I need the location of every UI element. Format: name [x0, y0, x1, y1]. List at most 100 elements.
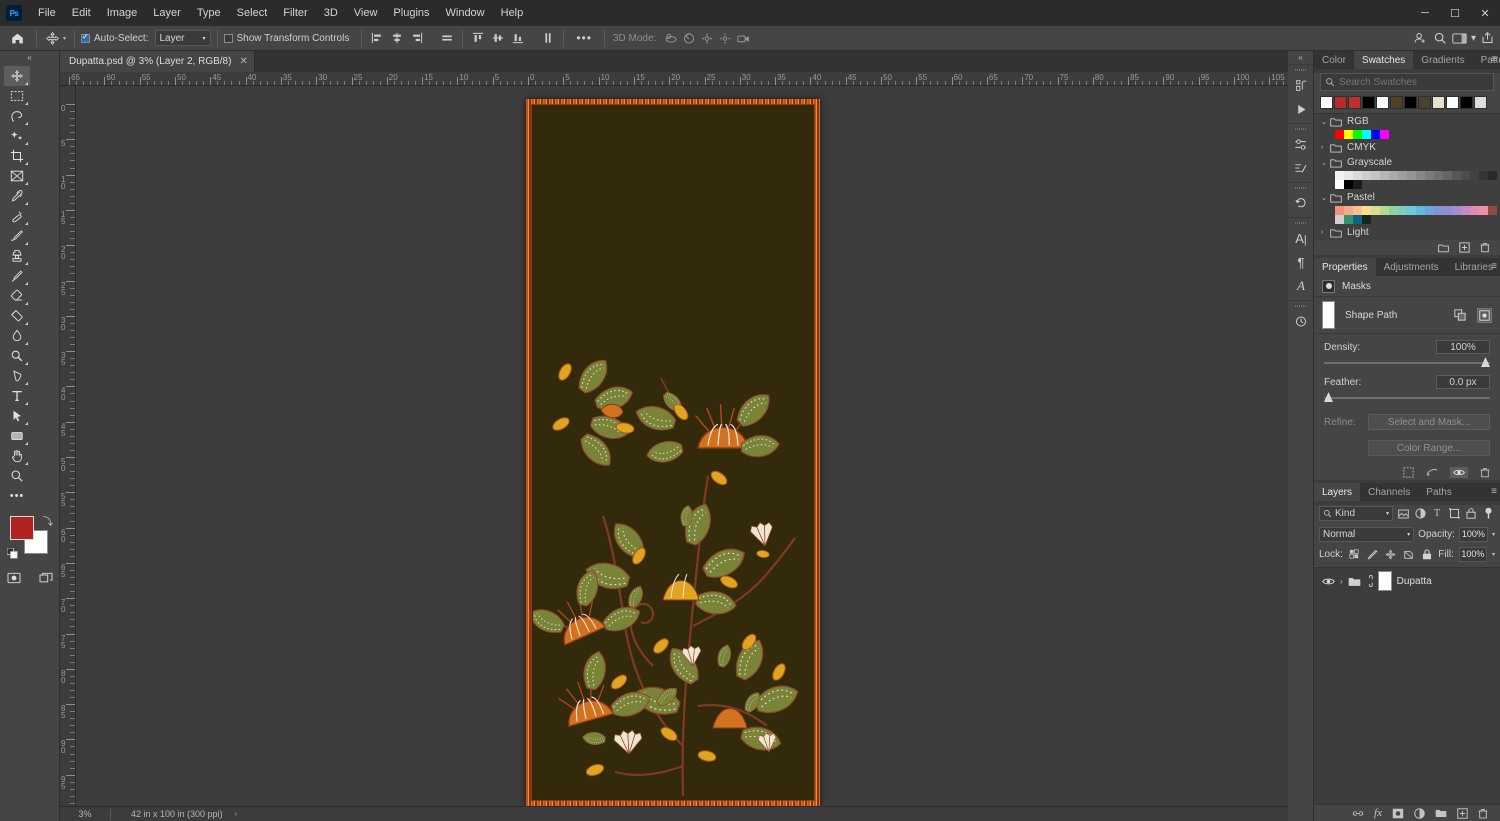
character-panel-icon[interactable]: A|: [1288, 226, 1314, 250]
swatch-rgb-0[interactable]: [1335, 130, 1344, 139]
lock-all-icon[interactable]: [1420, 547, 1433, 562]
menu-item-select[interactable]: Select: [229, 0, 276, 26]
filter-adjustment-icon[interactable]: [1413, 506, 1427, 521]
eye-icon[interactable]: [1322, 577, 1335, 586]
undo-history-icon[interactable]: [1288, 191, 1314, 215]
swatch-grayscale-4[interactable]: [1371, 171, 1380, 180]
opacity-value[interactable]: 100%: [1459, 527, 1488, 542]
swatch-pastel-7[interactable]: [1398, 206, 1407, 215]
close-icon[interactable]: ✕: [239, 56, 247, 67]
layer-style-icon[interactable]: fx: [1374, 807, 1382, 819]
document-tab[interactable]: Dupatta.psd @ 3% (Layer 2, RGB/8) ✕: [60, 51, 255, 72]
clone-stamp-tool[interactable]: [4, 246, 30, 266]
swatch-grayscale-16[interactable]: [1479, 171, 1488, 180]
recent-swatch-0[interactable]: [1320, 96, 1333, 109]
new-group-icon[interactable]: [1438, 243, 1449, 253]
swatch-pastel-b0[interactable]: [1335, 215, 1344, 224]
crop-tool[interactable]: [4, 146, 30, 166]
select-mask-icon[interactable]: [1477, 308, 1492, 323]
slide-3d-icon[interactable]: [716, 29, 734, 47]
maximize-button[interactable]: ☐: [1440, 0, 1470, 26]
apply-mask-icon[interactable]: [1426, 467, 1438, 478]
color-range-button[interactable]: Color Range...: [1368, 440, 1490, 456]
recent-swatches-row[interactable]: [1320, 96, 1494, 109]
brush-tool[interactable]: [4, 226, 30, 246]
auto-select-target-dropdown[interactable]: Layer ▾: [155, 30, 211, 46]
swatch-pastel-9[interactable]: [1416, 206, 1425, 215]
eraser-tool[interactable]: [4, 286, 30, 306]
swatch-grayscale-9[interactable]: [1416, 171, 1425, 180]
swatch-pastel-13[interactable]: [1452, 206, 1461, 215]
gradient-tool[interactable]: [4, 306, 30, 326]
swatch-pastel-10[interactable]: [1425, 206, 1434, 215]
swatch-grayscale-15[interactable]: [1470, 171, 1479, 180]
swatch-pastel-0[interactable]: [1335, 206, 1344, 215]
collapse-dock-icon[interactable]: «: [1288, 51, 1313, 64]
export-icon[interactable]: [1478, 29, 1496, 47]
swatch-grayscale-5[interactable]: [1380, 171, 1389, 180]
canvas-area[interactable]: [76, 86, 1288, 806]
swatch-pastel-16[interactable]: [1479, 206, 1488, 215]
zoom-tool[interactable]: [4, 466, 30, 486]
document-canvas[interactable]: [526, 99, 820, 806]
swatch-rgb-1[interactable]: [1344, 130, 1353, 139]
layer-mask-thumbnail[interactable]: [1378, 571, 1392, 591]
align-bottom-edges-icon[interactable]: [509, 29, 527, 47]
swatch-rgb-3[interactable]: [1362, 130, 1371, 139]
blur-tool[interactable]: [4, 326, 30, 346]
swap-colors-icon[interactable]: ⤵: [43, 513, 53, 528]
lasso-tool[interactable]: [4, 106, 30, 126]
filter-toggle-icon[interactable]: [1481, 506, 1495, 521]
close-button[interactable]: ✕: [1470, 0, 1500, 26]
density-slider[interactable]: [1324, 357, 1490, 369]
swatch-pastel-b2[interactable]: [1353, 215, 1362, 224]
swatch-rgb-2[interactable]: [1353, 130, 1362, 139]
default-colors-icon[interactable]: [7, 548, 18, 559]
menu-item-type[interactable]: Type: [189, 0, 229, 26]
chevron-down-icon[interactable]: ▾: [63, 35, 66, 42]
swatch-grayscale-12[interactable]: [1443, 171, 1452, 180]
load-selection-icon[interactable]: [1403, 467, 1414, 478]
screen-mode-icon[interactable]: [33, 568, 59, 588]
add-mask-icon[interactable]: [1392, 808, 1404, 819]
recent-swatch-6[interactable]: [1404, 96, 1417, 109]
menu-item-filter[interactable]: Filter: [275, 0, 315, 26]
opacity-chevron-down-icon[interactable]: ▾: [1492, 531, 1495, 538]
dodge-tool[interactable]: [4, 346, 30, 366]
history-actions-icon[interactable]: [1288, 73, 1314, 97]
history-brush-tool[interactable]: [4, 266, 30, 286]
swatch-grayscale-19[interactable]: [1344, 180, 1353, 189]
eyedropper-tool[interactable]: [4, 186, 30, 206]
move-tool[interactable]: [4, 66, 30, 86]
feather-value[interactable]: 0.0 px: [1436, 375, 1490, 389]
recent-swatch-3[interactable]: [1362, 96, 1375, 109]
tab-gradients[interactable]: Gradients: [1413, 51, 1472, 69]
filter-kind-dropdown[interactable]: Kind ▾: [1319, 506, 1393, 521]
auto-select-checkbox[interactable]: [81, 34, 90, 43]
fill-value[interactable]: 100%: [1459, 547, 1487, 562]
swatch-pastel-11[interactable]: [1434, 206, 1443, 215]
panel-menu-icon[interactable]: ≡: [1491, 262, 1497, 272]
paragraph-panel-icon[interactable]: ¶: [1288, 250, 1314, 274]
lock-image-icon[interactable]: [1366, 547, 1379, 562]
swatch-pastel-2[interactable]: [1353, 206, 1362, 215]
filter-smart-object-icon[interactable]: [1464, 506, 1478, 521]
menu-item-help[interactable]: Help: [493, 0, 532, 26]
link-mask-icon[interactable]: [1366, 575, 1373, 587]
collapse-toolbar-icon[interactable]: «: [0, 51, 59, 64]
swatch-grayscale-18[interactable]: [1335, 180, 1344, 189]
recent-swatch-8[interactable]: [1432, 96, 1445, 109]
chevron-down-icon[interactable]: ⌄: [1321, 118, 1330, 126]
swatch-grayscale-0[interactable]: [1335, 171, 1344, 180]
chevron-right-icon[interactable]: ›: [1321, 229, 1330, 236]
swatch-grayscale-14[interactable]: [1461, 171, 1470, 180]
play-actions-icon[interactable]: [1288, 97, 1314, 121]
swatch-grayscale-6[interactable]: [1389, 171, 1398, 180]
swatch-grayscale-7[interactable]: [1398, 171, 1407, 180]
swatch-grayscale-11[interactable]: [1434, 171, 1443, 180]
search-input[interactable]: [1339, 77, 1489, 88]
swatch-pastel-8[interactable]: [1407, 206, 1416, 215]
swatch-grayscale-2[interactable]: [1353, 171, 1362, 180]
align-left-edges-icon[interactable]: [368, 29, 386, 47]
menu-item-image[interactable]: Image: [99, 0, 146, 26]
